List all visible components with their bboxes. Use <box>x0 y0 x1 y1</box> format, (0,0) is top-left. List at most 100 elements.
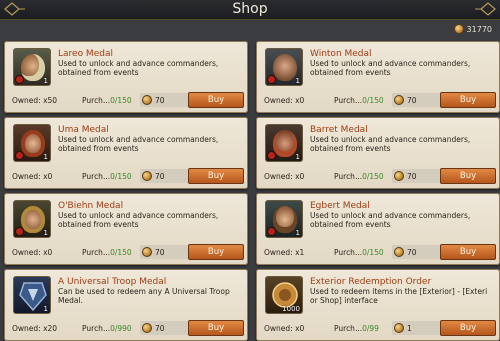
shop-item-card: 1 Egbert Medal Used to unlock and advanc… <box>256 193 500 265</box>
purchase-count: 0/150 <box>362 248 384 257</box>
purchase-limit: Purch...0/99 <box>334 324 379 333</box>
gold-coin-icon <box>394 95 404 105</box>
owned-count: Owned: x0 <box>264 324 305 333</box>
item-price: 70 <box>155 96 165 105</box>
redemption-order-icon: 1000 <box>265 276 303 314</box>
shop-item-card: 1 A Universal Troop Medal Can be used to… <box>4 269 248 341</box>
item-footer: Owned: x0 Purch...0/150 70 Buy <box>260 168 496 184</box>
gold-coin-icon <box>142 95 152 105</box>
purchase-label: Purch... <box>82 248 111 257</box>
item-description: Used to unlock and advance commanders, o… <box>310 59 471 77</box>
item-name: Barret Medal <box>310 125 368 135</box>
price-box: 70 <box>140 169 190 183</box>
purchase-limit: Purch...0/150 <box>82 248 132 257</box>
item-quantity: 1 <box>43 77 48 85</box>
purchase-count: 0/990 <box>110 324 132 333</box>
gold-coin-icon <box>142 323 152 333</box>
commander-portrait: 1 <box>265 200 303 238</box>
purchase-count: 0/150 <box>362 172 384 181</box>
item-footer: Owned: x1 Purch...0/150 70 Buy <box>260 244 496 260</box>
item-price: 70 <box>407 96 417 105</box>
owned-count: Owned: x0 <box>264 172 305 181</box>
troop-medal-icon: 1 <box>13 276 51 314</box>
item-description: Used to redeem items in the [Exterior] -… <box>310 287 488 305</box>
purchase-limit: Purch...0/150 <box>334 96 384 105</box>
purchase-label: Purch... <box>334 248 363 257</box>
commander-portrait: 1 <box>13 48 51 86</box>
medal-badge-icon <box>267 227 276 236</box>
purchase-limit: Purch...0/150 <box>334 248 384 257</box>
buy-button[interactable]: Buy <box>440 320 496 336</box>
purchase-count: 0/150 <box>362 96 384 105</box>
buy-button[interactable]: Buy <box>188 244 244 260</box>
currency-amount: 31770 <box>466 24 492 34</box>
commander-portrait: 1 <box>13 200 51 238</box>
top-bar: Shop <box>0 0 500 20</box>
purchase-label: Purch... <box>334 324 363 333</box>
item-footer: Owned: x50 Purch...0/150 70 Buy <box>8 92 244 108</box>
purchase-label: Purch... <box>82 324 111 333</box>
purchase-count: 0/150 <box>110 172 132 181</box>
purchase-limit: Purch...0/150 <box>334 172 384 181</box>
item-name: Uma Medal <box>58 125 109 135</box>
item-footer: Owned: x0 Purch...0/150 70 Buy <box>8 244 244 260</box>
item-description: Used to unlock and advance commanders, o… <box>58 59 219 77</box>
item-price: 70 <box>155 324 165 333</box>
commander-portrait: 1 <box>265 124 303 162</box>
gold-coin-icon <box>394 171 404 181</box>
medal-badge-icon <box>15 151 24 160</box>
buy-button[interactable]: Buy <box>188 320 244 336</box>
gold-coin-icon <box>142 171 152 181</box>
price-box: 70 <box>392 245 442 259</box>
shop-item-card: 1 Lareo Medal Used to unlock and advance… <box>4 41 248 113</box>
item-name: O'Biehn Medal <box>58 201 124 211</box>
price-box: 70 <box>392 169 442 183</box>
purchase-limit: Purch...0/150 <box>82 96 132 105</box>
buy-button[interactable]: Buy <box>188 92 244 108</box>
item-name: Exterior Redemption Order <box>310 277 432 287</box>
shop-item-card: 1 Barret Medal Used to unlock and advanc… <box>256 117 500 189</box>
currency-display: 31770 <box>453 22 492 36</box>
item-quantity: 1 <box>295 153 300 161</box>
buy-button[interactable]: Buy <box>440 244 496 260</box>
purchase-count: 0/99 <box>362 324 379 333</box>
corner-ornament-icon <box>475 2 496 16</box>
purchase-label: Purch... <box>82 96 111 105</box>
buy-button[interactable]: Buy <box>188 168 244 184</box>
item-footer: Owned: x0 Purch...0/150 70 Buy <box>8 168 244 184</box>
gold-coin-icon <box>142 247 152 257</box>
shop-item-card: 1 Uma Medal Used to unlock and advance c… <box>4 117 248 189</box>
price-box: 70 <box>140 245 190 259</box>
purchase-limit: Purch...0/990 <box>82 324 132 333</box>
redemption-token-icon <box>394 323 404 333</box>
owned-count: Owned: x20 <box>12 324 58 333</box>
shop-item-card: 1 O'Biehn Medal Used to unlock and advan… <box>4 193 248 265</box>
item-name: Lareo Medal <box>58 49 113 59</box>
medal-badge-icon <box>267 151 276 160</box>
item-price: 70 <box>155 172 165 181</box>
item-price: 70 <box>407 248 417 257</box>
item-footer: Owned: x20 Purch...0/990 70 Buy <box>8 320 244 336</box>
buy-button[interactable]: Buy <box>440 92 496 108</box>
item-description: Can be used to redeem any A Universal Tr… <box>58 287 230 305</box>
owned-count: Owned: x0 <box>264 96 305 105</box>
price-box: 70 <box>140 93 190 107</box>
gold-coin-icon <box>394 247 404 257</box>
purchase-label: Purch... <box>82 172 111 181</box>
item-price: 70 <box>407 172 417 181</box>
gold-coin-icon <box>453 24 464 34</box>
buy-button[interactable]: Buy <box>440 168 496 184</box>
owned-count: Owned: x0 <box>12 248 53 257</box>
commander-portrait: 1 <box>13 124 51 162</box>
medal-badge-icon <box>267 75 276 84</box>
item-name: A Universal Troop Medal <box>58 277 167 287</box>
price-box: 1 <box>392 321 442 335</box>
item-price: 70 <box>155 248 165 257</box>
item-description: Used to unlock and advance commanders, o… <box>58 135 219 153</box>
item-name: Winton Medal <box>310 49 372 59</box>
item-price: 1 <box>407 324 412 333</box>
medal-badge-icon <box>15 75 24 84</box>
commander-portrait: 1 <box>265 48 303 86</box>
purchase-label: Purch... <box>334 96 363 105</box>
owned-count: Owned: x1 <box>264 248 305 257</box>
